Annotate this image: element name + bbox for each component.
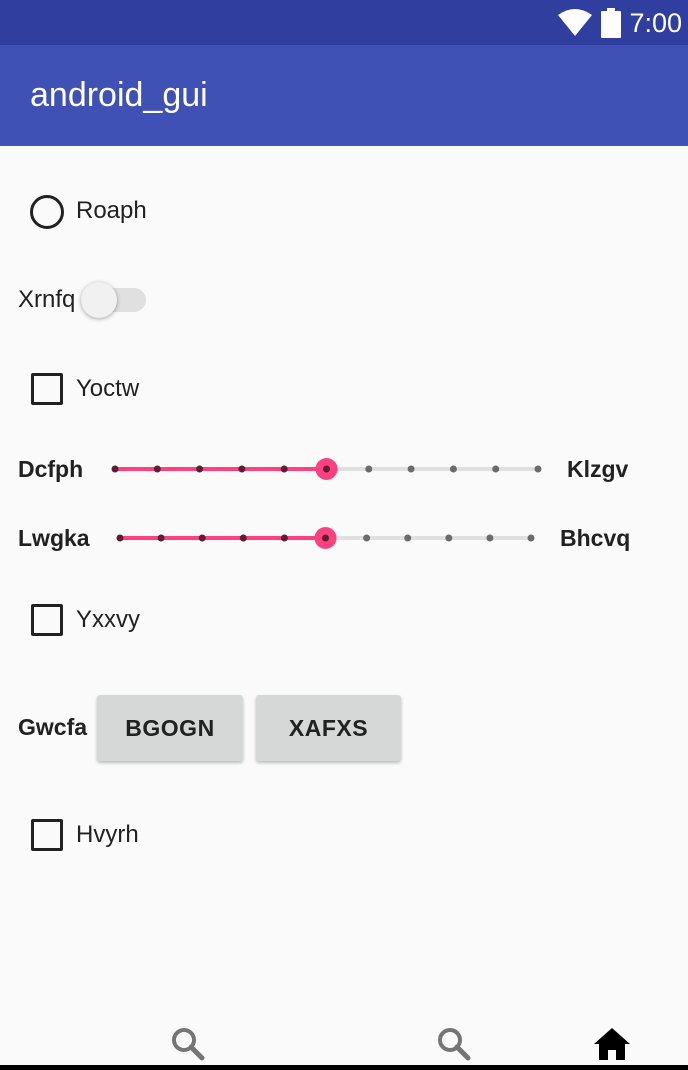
roaph-radio-label[interactable]: Roaph [76,196,147,226]
klzgv-slider-label: Klzgv [567,456,629,482]
bgogn-button[interactable]: BGOGN [97,695,243,761]
slider-tick [153,465,161,473]
dcfph-slider-label: Dcfph [18,456,84,482]
slider-tick [534,465,542,473]
screen: 7:00 android_gui Roaph Xrnfq Yoctw Dcfph… [0,0,688,1070]
app-title: android_gui [30,76,208,114]
lwgka-bhcvq-slider[interactable] [105,523,550,553]
status-icons: 7:00 [557,6,682,40]
slider-thumb-center [322,534,329,542]
slider-tick [527,534,535,542]
gwcfa-label: Gwcfa [18,714,88,740]
bottom-navigation [0,1010,688,1070]
slider-tick [365,465,373,473]
slider-thumb-center [323,465,330,473]
yoctw-checkbox-label[interactable]: Yoctw [76,374,139,404]
slider-2-graphic[interactable] [105,523,550,553]
slider-tick [157,534,165,542]
slider-tick [280,534,288,542]
status-time: 7:00 [629,8,682,38]
bottom-edge [0,1065,688,1070]
battery-icon [601,8,622,38]
slider-tick [407,465,415,473]
slider-tick [449,465,457,473]
slider-tick [486,534,494,542]
slider-tick [404,534,412,542]
wifi-icon [558,9,593,36]
slider-tick [239,534,247,542]
slider-tick [238,465,246,473]
roaph-radio-button[interactable] [30,195,64,229]
slider-tick [492,465,500,473]
home-icon[interactable] [592,1024,632,1064]
slider-1-graphic[interactable] [100,454,555,484]
search-icon[interactable] [168,1024,208,1064]
xrnfq-switch-label: Xrnfq [18,286,76,313]
bhcvq-slider-label: Bhcvq [560,525,631,551]
xrnfq-switch-thumb[interactable] [81,282,117,318]
search-icon[interactable] [434,1024,474,1064]
xafxs-button[interactable]: XAFXS [256,695,401,761]
slider-tick [196,465,204,473]
slider-tick [116,534,124,542]
hvyrh-checkbox[interactable] [31,819,63,851]
slider-tick [445,534,453,542]
slider-tick [111,465,119,473]
dcfph-klzgv-slider[interactable] [100,454,555,484]
app-bar: android_gui [0,45,688,146]
yoctw-checkbox[interactable] [31,373,63,405]
yxxvy-checkbox-label[interactable]: Yxxvy [76,605,140,635]
hvyrh-checkbox-label[interactable]: Hvyrh [76,820,139,850]
yxxvy-checkbox[interactable] [31,604,63,636]
lwgka-slider-label: Lwgka [18,525,90,551]
slider-tick [280,465,288,473]
status-bar: 7:00 [0,0,688,45]
slider-tick [198,534,206,542]
slider-tick [363,534,371,542]
